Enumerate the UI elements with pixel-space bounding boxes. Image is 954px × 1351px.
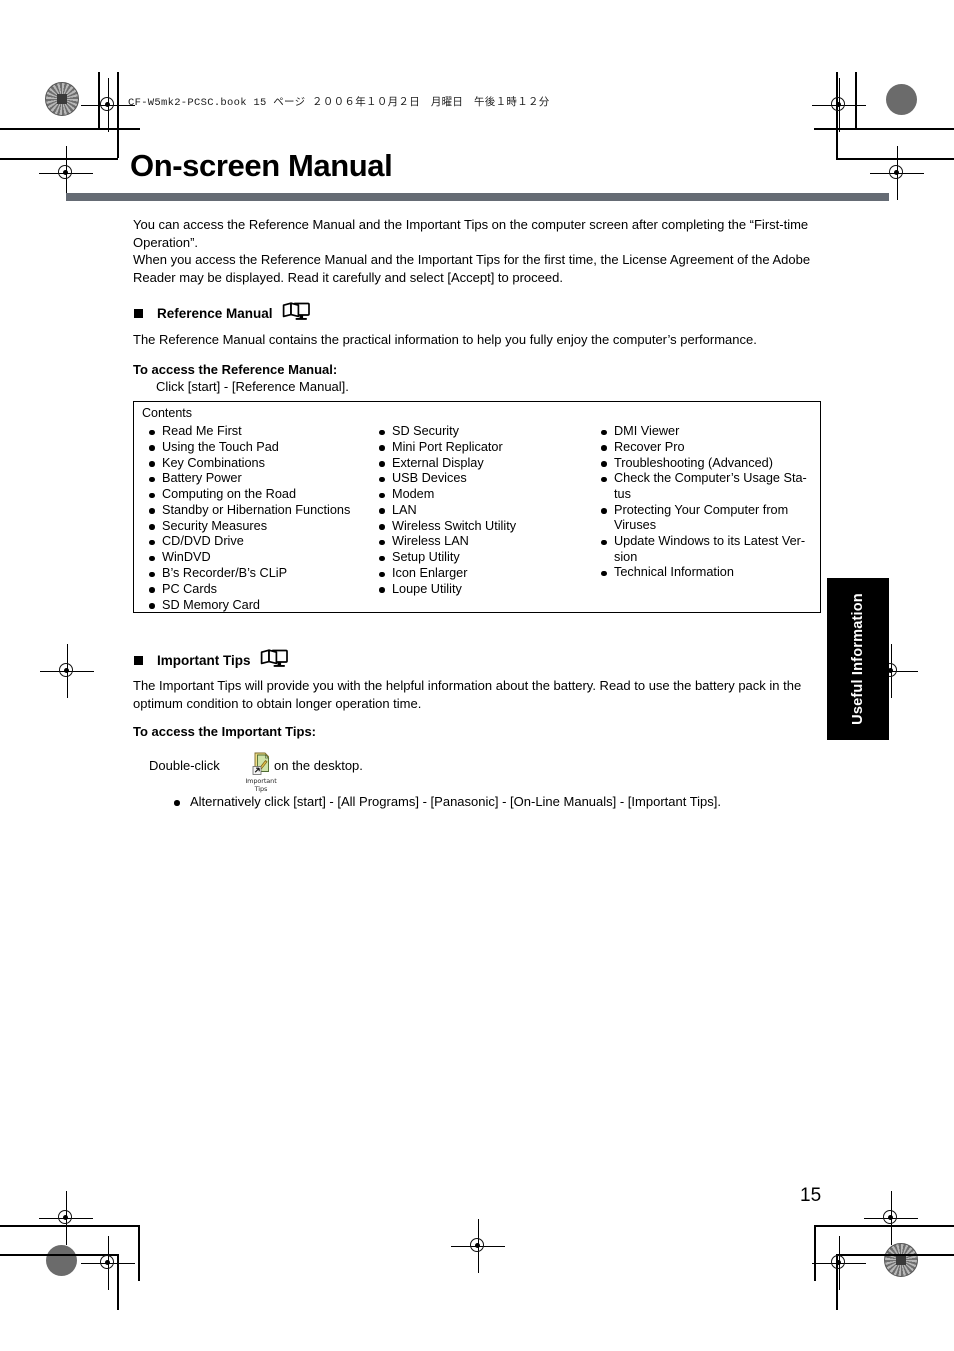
crop-line: [836, 1254, 954, 1256]
book-monitor-icon: [282, 301, 312, 325]
registration-star-bottom-right: [884, 1243, 918, 1277]
contents-item: Mini Port Replicator: [372, 440, 594, 456]
contents-item: Using the Touch Pad: [142, 440, 372, 456]
print-slug-line: CF-W5mk2-PCSC.book 15 ページ ２００６年１０月２日 月曜日…: [128, 97, 550, 109]
registration-target-bottom-center: [451, 1219, 505, 1273]
contents-item: PC Cards: [142, 582, 372, 598]
intro-line-2: Operation”.: [133, 234, 199, 250]
side-tab-label: Useful Information: [850, 593, 866, 725]
contents-item: B’s Recorder/B’s CLiP: [142, 566, 372, 582]
double-click-suffix: on the desktop.: [274, 758, 363, 773]
contents-item: SD Memory Card: [142, 598, 372, 614]
contents-item: Wireless LAN: [372, 534, 594, 550]
intro-line-1: You can access the Reference Manual and …: [133, 217, 809, 232]
important-tips-shortcut-label: Important Tips: [245, 777, 277, 793]
important-tips-access-heading: To access the Important Tips:: [133, 724, 317, 739]
important-tips-description-line-1: The Important Tips will provide you with…: [133, 678, 802, 693]
contents-item: SD Security: [372, 424, 594, 440]
contents-item: Read Me First: [142, 424, 372, 440]
reference-manual-access-heading: To access the Reference Manual:: [133, 362, 338, 377]
crop-line: [814, 1225, 816, 1281]
important-tips-alternative: Alternatively click [start] - [All Progr…: [172, 794, 830, 809]
important-tips-description-line-2: optimum condition to obtain longer opera…: [133, 695, 422, 711]
contents-item: CD/DVD Drive: [142, 534, 372, 550]
crop-line: [138, 1225, 140, 1281]
contents-item: Troubleshooting (Advanced): [594, 456, 816, 472]
registration-target-right-upper: [870, 146, 924, 200]
contents-box: Contents Read Me First Using the Touch P…: [133, 401, 821, 613]
contents-item: Key Combinations: [142, 456, 372, 472]
section-heading-important-tips: Important Tips: [134, 648, 290, 672]
contents-item: WinDVD: [142, 550, 372, 566]
side-tab-useful-information: Useful Information: [827, 578, 889, 740]
intro-line-4: Reader may be displayed. Read it careful…: [133, 269, 563, 285]
contents-item: Icon Enlarger: [372, 566, 594, 582]
contents-item: Setup Utility: [372, 550, 594, 566]
registration-star-top-left: [45, 82, 79, 116]
double-click-prefix: Double-click: [149, 758, 220, 773]
contents-item: Loupe Utility: [372, 582, 594, 598]
contents-item: Computing on the Road: [142, 487, 372, 503]
section-heading-label: Reference Manual: [157, 305, 273, 321]
crop-line: [814, 128, 954, 130]
contents-item: Recover Pro: [594, 440, 816, 456]
contents-item: External Display: [372, 456, 594, 472]
registration-target-top-left: [81, 78, 135, 132]
contents-item: Technical Information: [594, 565, 816, 581]
crop-line: [855, 72, 857, 128]
contents-column-1: Read Me First Using the Touch Pad Key Co…: [142, 424, 372, 613]
registration-dot-top-right: [886, 84, 917, 115]
registration-target-left-middle: [40, 644, 94, 698]
registration-target-right-lower: [864, 1191, 918, 1245]
contents-item: Battery Power: [142, 471, 372, 487]
registration-target-left-lower: [39, 1191, 93, 1245]
contents-item: DMI Viewer: [594, 424, 816, 440]
page-title: On-screen Manual: [130, 148, 393, 183]
intro-line-3: When you access the Reference Manual and…: [133, 252, 811, 267]
contents-item: Check the Computer’s Usage Sta- tus: [594, 471, 816, 502]
reference-manual-access-step: Click [start] - [Reference Manual].: [156, 379, 349, 394]
page-number: 15: [800, 1185, 822, 1206]
bullet-square-icon: [134, 655, 143, 665]
contents-item: Security Measures: [142, 519, 372, 535]
contents-item: Wireless Switch Utility: [372, 519, 594, 535]
contents-column-2: SD Security Mini Port Replicator Externa…: [372, 424, 594, 598]
registration-target-top-right: [812, 78, 866, 132]
contents-label: Contents: [142, 406, 193, 420]
section-heading-reference-manual: Reference Manual: [134, 301, 312, 325]
title-rule: [66, 193, 889, 201]
reference-manual-description: The Reference Manual contains the practi…: [133, 332, 757, 347]
contents-item: LAN: [372, 503, 594, 519]
registration-dot-bottom-left: [46, 1245, 77, 1276]
contents-item: USB Devices: [372, 471, 594, 487]
section-heading-label: Important Tips: [157, 652, 251, 668]
registration-target-bottom-right: [812, 1236, 866, 1290]
contents-item: Standby or Hibernation Functions: [142, 503, 372, 519]
book-monitor-icon: [260, 648, 290, 672]
registration-target-bottom-left: [81, 1236, 135, 1290]
crop-line: [0, 128, 140, 130]
bullet-square-icon: [134, 308, 143, 318]
contents-item: Protecting Your Computer from Viruses: [594, 503, 816, 534]
contents-item: Update Windows to its Latest Ver- sion: [594, 534, 816, 565]
important-tips-shortcut-icon[interactable]: [248, 750, 274, 776]
contents-item: Modem: [372, 487, 594, 503]
registration-target-left-upper: [39, 146, 93, 200]
contents-column-3: DMI Viewer Recover Pro Troubleshooting (…: [594, 424, 816, 581]
